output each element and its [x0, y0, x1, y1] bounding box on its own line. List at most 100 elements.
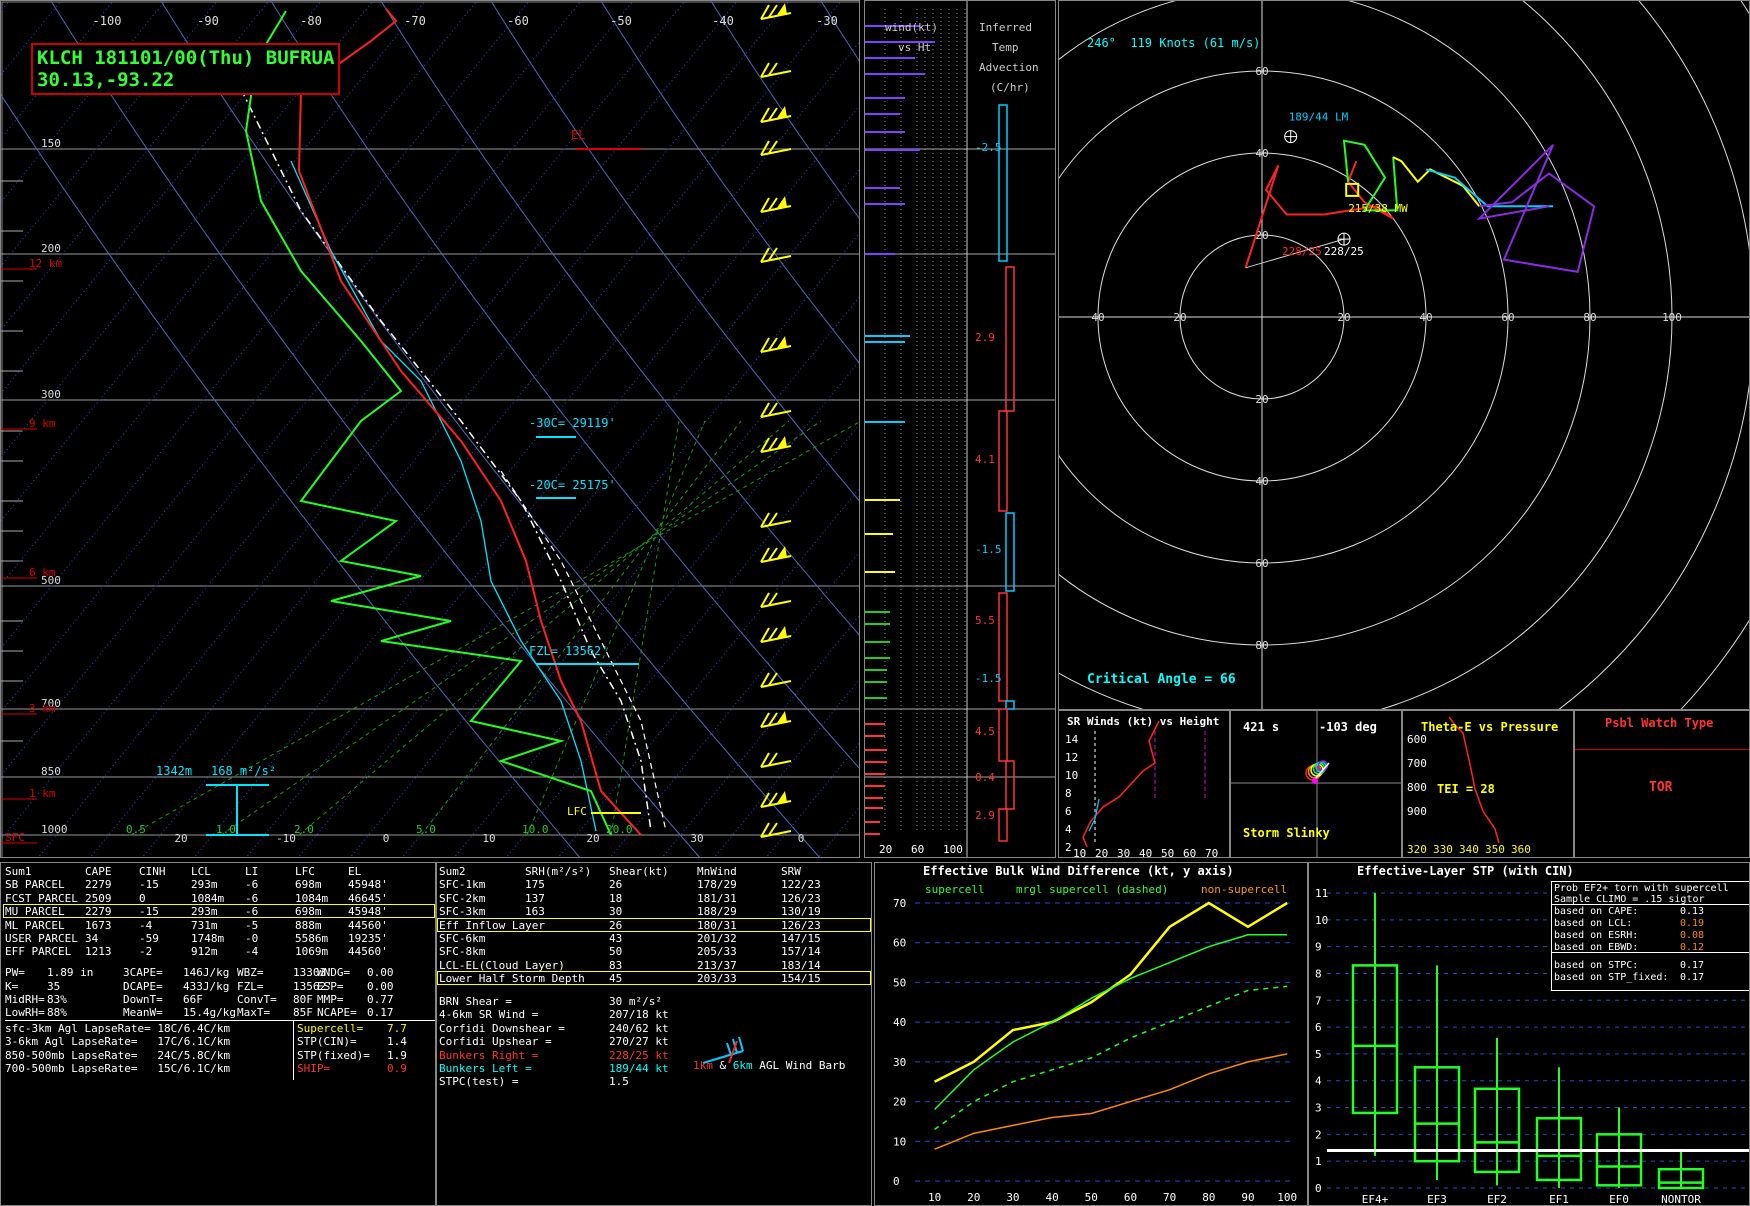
lfc-label: LFC	[567, 805, 587, 818]
wind-barb-pennant	[777, 436, 787, 448]
advection-value: 4.1	[975, 453, 995, 466]
advection-value: 5.5	[975, 614, 995, 627]
sum1-header: CINH	[139, 865, 166, 878]
wind-axis-label: 100	[943, 843, 963, 856]
ebwd-y-tick: 40	[893, 1016, 906, 1029]
sum2-row: SFC-6km	[439, 932, 486, 945]
wind-height-panel: 20 60 100 -2.5 2.9 4.1 -1.5 5.5 -1.5 4.5 0.4 2.9 wi…	[864, 0, 1056, 858]
ring-label-x: 40	[1419, 311, 1432, 324]
sr-winds-y-tick: 2	[1065, 841, 1072, 854]
mu-parcel-highlight	[3, 904, 435, 918]
wind-barb-staff	[760, 830, 792, 838]
bottom-temp-label: 20	[174, 832, 187, 845]
hodograph-12km-plus	[1476, 144, 1596, 274]
sr-winds-x-tick: 20	[1095, 847, 1108, 858]
theta-e-panel: 600 700 800 900 320 330 340 350 360 Theta-E vs P…	[1402, 710, 1574, 858]
sum2-extra: 270/27 kt	[609, 1035, 669, 1049]
stp-category-label: EF1	[1549, 1193, 1569, 1206]
isotherm	[193, 41, 859, 857]
wind-speed-bar	[865, 797, 883, 799]
height-label: 3 km	[29, 702, 56, 715]
advection-bar	[998, 104, 1008, 262]
sum2-row: 122/23	[781, 878, 821, 892]
ebwd-x-tick: 40	[1045, 1191, 1058, 1204]
height-label: 1 km	[29, 787, 56, 800]
wind-speed-bar	[865, 749, 887, 751]
sum1-misc-value: DownT=	[123, 993, 163, 1006]
wind-speed-bar	[865, 735, 885, 737]
sum2-row: 137	[525, 891, 545, 905]
wind-speed-bar	[865, 773, 885, 775]
sum2-row: 157/14	[781, 945, 821, 959]
wind-speed-bar	[865, 681, 887, 683]
sum2-row: 163	[525, 905, 545, 919]
sum1-row: ML PARCEL	[5, 918, 65, 932]
sum2-extra: 4-6km SR Wind =	[439, 1008, 539, 1022]
composite-index: 1.4	[387, 1035, 407, 1049]
sum1-row: -6	[245, 878, 259, 892]
ebwd-x-tick: 100	[1277, 1191, 1297, 1204]
sum1-misc-value: MeanW=	[123, 1006, 163, 1020]
wind-barb-pennant	[777, 711, 787, 723]
sum1-header: LFC	[295, 865, 315, 878]
stp-category-label: EF4+	[1362, 1193, 1389, 1206]
wind-axis-label: 20	[879, 843, 892, 856]
composite-index: 0.9	[387, 1062, 407, 1075]
sr-winds-y-tick: 12	[1065, 751, 1078, 764]
wind-barb	[760, 791, 792, 808]
sum2-row: 18	[609, 891, 623, 905]
hodograph-ring	[1558, 1, 1749, 709]
wind-barb	[760, 711, 792, 728]
sum2-extra: Bunkers Left =	[439, 1062, 532, 1075]
theta-x-tick: 360	[1511, 843, 1531, 856]
wind-speed-bar	[865, 131, 905, 133]
sr-winds-x-tick: 10	[1073, 847, 1086, 858]
stp-probability-box: Prob EF2+ torn with supercell Sample CLIM…	[1551, 881, 1749, 991]
sum1-row: 19235'	[348, 932, 388, 945]
sr-winds-trace-upper	[1088, 798, 1100, 832]
station-title: KLCH 181101/00(Thu) BUFRUA	[37, 47, 335, 69]
isotherm	[37, 1, 738, 857]
lapse-rate: 3-6km Agl LapseRate= 17C/6.1C/km	[5, 1035, 231, 1049]
bottom-temp-label: 30	[690, 832, 703, 845]
wind-barb	[760, 546, 792, 563]
sum1-misc-value: MidRH=	[5, 993, 45, 1006]
sum1-misc-value: ESP=	[317, 979, 344, 993]
sum2-header: Sum2	[439, 865, 466, 878]
sum1-row: 293m	[191, 878, 218, 892]
advection-title-4: (C/hr)	[990, 81, 1030, 94]
ebwd-y-tick: 30	[893, 1056, 906, 1069]
lm-label: 189/44 LM	[1289, 111, 1349, 124]
composite-index: 1.9	[387, 1048, 407, 1062]
sum1-misc-value: MaxT=	[237, 1006, 271, 1020]
sum2-row: 178/29	[697, 878, 737, 892]
wind-barb-pennant	[777, 3, 787, 15]
sum2-row: 83	[609, 958, 623, 972]
stp-category-label: EF0	[1609, 1193, 1629, 1206]
sum1-row: USER PARCEL	[5, 932, 78, 945]
sum2-extra: 207/18 kt	[609, 1008, 669, 1022]
slinky-angle: -103 deg	[1319, 720, 1377, 734]
sum2-extra: Corfidi Downshear =	[439, 1021, 565, 1035]
sum2-row: 26	[609, 878, 623, 892]
sum1-row: 46645'	[348, 891, 388, 905]
sum1-misc-value: 0.00	[367, 979, 394, 993]
sum2-row: SFC-2km	[439, 891, 486, 905]
barb-legend-amp: &	[719, 1059, 727, 1072]
sr-winds-trace	[1082, 720, 1160, 848]
sr-winds-x-tick: 40	[1139, 847, 1152, 858]
stp-y-tick: 6	[1315, 1021, 1322, 1034]
wind-barb	[760, 626, 792, 643]
critical-angle: Critical Angle = 66	[1087, 672, 1236, 687]
sum1-row: -0	[245, 932, 259, 945]
wind-barb	[760, 196, 792, 213]
stp-prob-value: 0.17	[1680, 960, 1705, 971]
composite-index: STP(fixed)=	[297, 1048, 370, 1062]
sum1-misc-value: FZL=	[237, 979, 264, 993]
sum1-vdivider	[293, 1019, 294, 1080]
barb-6km-flag	[738, 1036, 744, 1052]
wind-speed-bar	[865, 341, 905, 343]
composite-index: 7.7	[387, 1021, 407, 1035]
advection-title-2: Temp	[992, 41, 1019, 54]
sum1-row: 34	[85, 932, 99, 945]
